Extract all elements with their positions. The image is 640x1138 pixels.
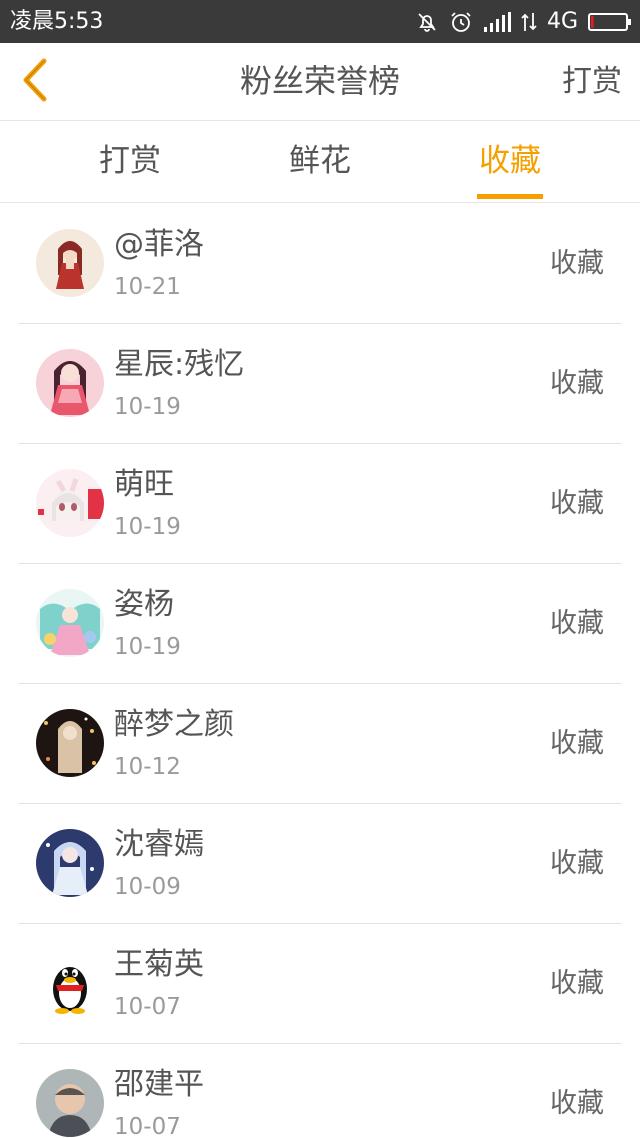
mute-bell-icon (415, 10, 439, 34)
list-item[interactable]: 萌旺 10-19 收藏 (18, 444, 622, 564)
tab-reward[interactable]: 打赏 (60, 121, 200, 203)
battery-icon (588, 12, 632, 32)
reward-button[interactable]: 打赏 (562, 63, 622, 101)
user-name: 醉梦之颜 (114, 707, 234, 742)
user-name: @菲洛 (114, 227, 204, 262)
item-action: 收藏 (550, 488, 604, 519)
tab-bar: 打赏 鲜花 收藏 (0, 121, 640, 203)
tab-flowers[interactable]: 鲜花 (250, 121, 390, 203)
status-bar: 凌晨5:53 4G (0, 0, 640, 43)
tab-label: 鲜花 (289, 143, 351, 179)
status-time: 凌晨5:53 (10, 9, 104, 34)
tab-label: 打赏 (99, 143, 161, 179)
item-date: 10-21 (114, 274, 181, 300)
item-date: 10-09 (114, 874, 181, 900)
item-date: 10-07 (114, 994, 181, 1020)
tab-favorites[interactable]: 收藏 (440, 121, 580, 203)
list-item[interactable]: 邵建平 10-07 收藏 (18, 1044, 622, 1138)
list-item[interactable]: 王菊英 10-07 收藏 (18, 924, 622, 1044)
status-icons: 4G (415, 7, 632, 37)
avatar (36, 1069, 104, 1137)
list-item[interactable]: 姿杨 10-19 收藏 (18, 564, 622, 684)
list-item[interactable]: 沈睿嫣 10-09 收藏 (18, 804, 622, 924)
avatar (36, 829, 104, 897)
avatar (36, 349, 104, 417)
list-item[interactable]: 星辰:残忆 10-19 收藏 (18, 324, 622, 444)
item-date: 10-19 (114, 634, 181, 660)
avatar (36, 229, 104, 297)
nav-bar: 粉丝荣誉榜 打赏 (0, 43, 640, 121)
data-transfer-icon (521, 11, 537, 33)
avatar (36, 949, 104, 1017)
network-type: 4G (546, 9, 578, 34)
item-date: 10-07 (114, 1114, 181, 1138)
user-name: 沈睿嫣 (114, 827, 204, 862)
avatar (36, 709, 104, 777)
user-name: 姿杨 (114, 587, 174, 622)
alarm-clock-icon (449, 10, 473, 34)
active-tab-indicator (477, 194, 543, 199)
fan-list: @菲洛 10-21 收藏 星辰:残忆 10-19 收藏 萌旺 10-19 收藏 … (0, 204, 640, 1138)
user-name: 萌旺 (114, 467, 174, 502)
item-action: 收藏 (550, 248, 604, 279)
signal-strength-icon (483, 11, 511, 33)
page-title: 粉丝荣誉榜 (239, 62, 400, 100)
user-name: 星辰:残忆 (114, 347, 245, 382)
list-item[interactable]: @菲洛 10-21 收藏 (18, 204, 622, 324)
avatar (36, 589, 104, 657)
back-button[interactable] (10, 55, 60, 109)
item-action: 收藏 (550, 368, 604, 399)
item-action: 收藏 (550, 848, 604, 879)
item-action: 收藏 (550, 728, 604, 759)
item-date: 10-19 (114, 514, 181, 540)
tab-label: 收藏 (479, 143, 541, 179)
list-item[interactable]: 醉梦之颜 10-12 收藏 (18, 684, 622, 804)
avatar (36, 469, 104, 537)
user-name: 邵建平 (114, 1067, 204, 1102)
item-action: 收藏 (550, 1088, 604, 1119)
item-action: 收藏 (550, 608, 604, 639)
item-action: 收藏 (550, 968, 604, 999)
user-name: 王菊英 (114, 947, 204, 982)
chevron-left-icon (20, 58, 50, 106)
item-date: 10-12 (114, 754, 181, 780)
item-date: 10-19 (114, 394, 181, 420)
